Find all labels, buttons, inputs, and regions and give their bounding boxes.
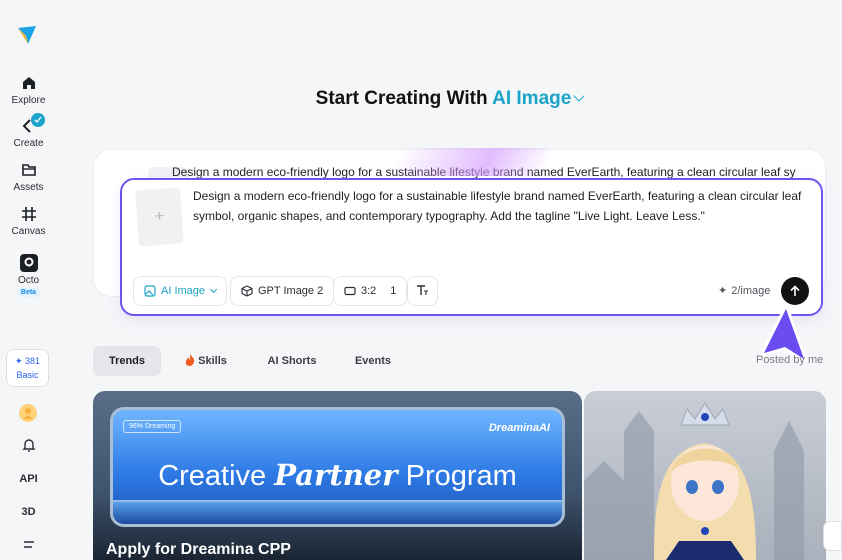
- chevron-down-icon: [573, 90, 585, 102]
- title-part: Creative: [158, 460, 275, 492]
- dreaming-badge: 96% Dreaming: [123, 420, 182, 433]
- send-button[interactable]: [781, 277, 809, 305]
- sparkle-icon: ✦: [718, 285, 728, 297]
- tab-label: Skills: [198, 355, 227, 367]
- create-icon: [19, 113, 45, 136]
- prompt-card: + Design a modern eco-friendly logo for …: [120, 178, 823, 316]
- tab-ai-shorts[interactable]: AI Shorts: [253, 346, 331, 376]
- sidebar-item-label: Create: [13, 138, 44, 149]
- plus-icon: +: [154, 207, 165, 226]
- check-badge-icon: [30, 113, 45, 127]
- sidebar-item-label: Explore: [11, 95, 46, 106]
- tab-skills[interactable]: Skills: [175, 346, 237, 376]
- card-caption: Apply for Dreamina CPP: [106, 541, 291, 558]
- side-collapse-tab[interactable]: [823, 521, 842, 551]
- page-title: Start Creating With AI Image: [57, 88, 842, 110]
- home-icon: [19, 73, 39, 93]
- title-part: Program: [397, 460, 517, 492]
- add-reference-button[interactable]: +: [135, 187, 184, 247]
- dreamina-logo-icon[interactable]: [16, 24, 38, 46]
- sidebar-item-label: Octo: [17, 275, 40, 286]
- sidebar-item-explore[interactable]: Explore: [0, 73, 57, 106]
- cost-indicator: ✦ 2/image: [718, 284, 771, 298]
- mode-dropdown[interactable]: AI Image: [133, 276, 228, 306]
- prompt-input[interactable]: Design a modern eco-friendly logo for a …: [193, 186, 808, 226]
- octo-icon: [19, 253, 39, 273]
- cost-label: 2/image: [731, 284, 771, 297]
- sidebar-item-create[interactable]: Create: [0, 113, 57, 149]
- model-selector[interactable]: GPT Image 2: [230, 276, 335, 306]
- plan-label: Basic: [16, 370, 39, 380]
- dreamina-brand: DreaminaAI: [488, 422, 550, 434]
- model-label: GPT Image 2: [258, 285, 324, 297]
- mode-dropdown-label: AI Image: [161, 285, 206, 297]
- avatar[interactable]: [19, 404, 37, 422]
- tab-trends[interactable]: Trends: [93, 346, 161, 376]
- canvas-icon: [19, 204, 39, 224]
- menu-icon[interactable]: [0, 540, 57, 555]
- water-band: [113, 502, 562, 524]
- cube-icon: [241, 285, 253, 297]
- 3d-link[interactable]: 3D: [0, 506, 57, 518]
- sidebar-item-assets[interactable]: Assets: [0, 160, 57, 193]
- bell-icon[interactable]: [0, 438, 57, 455]
- text-style-button[interactable]: [407, 276, 438, 306]
- highlight-glow: [391, 148, 553, 176]
- api-link[interactable]: API: [0, 473, 57, 485]
- cpp-title: Creative Partner Program: [113, 458, 562, 493]
- text-format-icon: [416, 284, 429, 299]
- image-icon: [144, 285, 156, 297]
- sidebar-item-canvas[interactable]: Canvas: [0, 204, 57, 237]
- sparkle-icon: ✦: [14, 356, 23, 366]
- folder-icon: [19, 160, 39, 180]
- tab-events[interactable]: Events: [342, 346, 404, 376]
- beta-badge: Beta: [16, 288, 41, 297]
- mode-label: AI Image: [492, 88, 572, 109]
- fire-icon: [185, 353, 195, 369]
- title-prefix: Start Creating With: [315, 88, 488, 109]
- mode-selector[interactable]: AI Image: [492, 88, 585, 109]
- aspect-ratio-icon: [344, 286, 356, 296]
- posted-by-me-toggle[interactable]: Posted by me: [756, 354, 823, 366]
- cpp-card[interactable]: 96% Dreaming DreaminaAI Creative Partner…: [93, 391, 582, 560]
- image-count: 1: [390, 285, 397, 297]
- princess-doll-image: [584, 402, 804, 560]
- ratio-label: 3:2: [361, 285, 377, 297]
- arrow-up-icon: [790, 285, 800, 296]
- sidebar-item-label: Canvas: [11, 226, 46, 237]
- credits-value: 381: [25, 356, 41, 366]
- title-part: Partner: [274, 458, 398, 492]
- ratio-selector[interactable]: 3:2 1: [333, 276, 408, 306]
- credits-button[interactable]: ✦ 381 Basic: [6, 349, 49, 387]
- princess-card[interactable]: [584, 391, 826, 560]
- sidebar-item-label: Assets: [13, 182, 44, 193]
- chevron-down-icon: [209, 285, 218, 293]
- sidebar-item-octo[interactable]: Octo Beta: [0, 253, 57, 297]
- sidebar: Explore Create Assets Canvas Octo Beta ✦…: [0, 0, 57, 560]
- main-area: Start Creating With AI Image Design a mo…: [57, 0, 842, 560]
- cpp-banner: 96% Dreaming DreaminaAI Creative Partner…: [110, 407, 565, 527]
- credits-amount: ✦ 381: [15, 356, 40, 367]
